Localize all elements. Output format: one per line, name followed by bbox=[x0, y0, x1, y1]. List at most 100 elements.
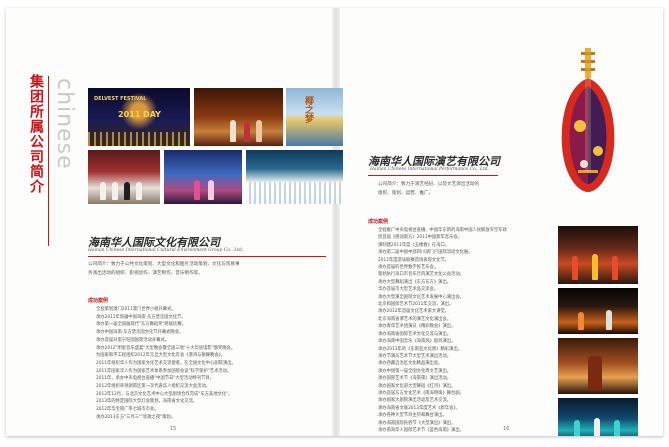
list-item: 2013年的特定国际大型灯会策划，海南省文化交流。 bbox=[96, 399, 198, 405]
title-rule bbox=[88, 256, 326, 257]
list-item: 承办首届对南宁旺国国际活动开幕式。 bbox=[96, 337, 170, 343]
company-subtitle-performance: Hainan Chinese International Performance… bbox=[370, 167, 490, 172]
cases-list-performance: 全程推广中央电视台直播、中国华东新的海南中国人民解放军空军政 团首届《感动南方》… bbox=[378, 227, 550, 434]
performer bbox=[230, 120, 236, 142]
title-rule bbox=[368, 175, 498, 176]
pipa-flower bbox=[580, 160, 588, 168]
list-item: 华办首届市大型艺术品交流会。 bbox=[378, 287, 439, 293]
list-item: 团首届《感动南方》2011中国新年音乐会。 bbox=[378, 235, 462, 241]
intro-line: 组织、策划、运营、推广。 bbox=[378, 191, 434, 196]
list-item: 承办青年艺术团演员《精彩晚会》演出。 bbox=[378, 324, 456, 330]
pipa-illustration bbox=[561, 48, 615, 192]
list-item: 为国家和平工程组织2012年元旦大型文化年会《港湾与歌舞晚会》。 bbox=[96, 353, 226, 359]
performer bbox=[244, 122, 250, 142]
list-item: 承办大型演出国际文化艺术发展中心演出会。 bbox=[378, 294, 464, 300]
list-item: 承办首届东方文化艺术《南海明珠》舞台剧。 bbox=[378, 390, 464, 396]
photo-coconut-dream-poster: 椰之梦 bbox=[286, 88, 343, 146]
list-item: 承办2012年首届文化艺术家大讲堂。 bbox=[378, 309, 450, 315]
performer bbox=[574, 420, 580, 436]
photo-caption: DELVEST FESTIVAL bbox=[94, 96, 147, 102]
list-item: 2011年组织华人作为国家文化艺术交流使者，在全国文化中心剧院演出。 bbox=[96, 360, 236, 366]
performer bbox=[578, 312, 584, 330]
person bbox=[124, 182, 130, 200]
list-item: 承办大型舞蹈演出《东方东方》演出。 bbox=[378, 279, 452, 285]
photo-dance-group bbox=[558, 398, 638, 436]
list-item: 承办国家文化部大型舞蹈《红河》演出。 bbox=[378, 383, 456, 389]
photo-ceremony bbox=[88, 150, 160, 204]
list-item: 承办2011年新疆中国海南·东方普克国文化节。 bbox=[96, 314, 186, 320]
list-item: 承办首届的世界数字民艺乐会。 bbox=[378, 265, 439, 271]
list-item: 2012年12月，与北京文化艺术中心大型剧场合作完成"东方美地文化"。 bbox=[96, 391, 233, 397]
performer bbox=[256, 120, 262, 142]
performer bbox=[572, 256, 578, 280]
vertical-section-title: 集团所属公司简介 bbox=[28, 74, 44, 194]
list-item: 承办南海华人国际艺术节《蓝色海南》演出。 bbox=[378, 427, 464, 433]
list-item: 承办国家大剧院演出活动及艺术交流。 bbox=[378, 398, 452, 404]
list-item: 北京和国际艺术节2011年交流，演出。 bbox=[378, 302, 454, 308]
list-item: 2012年度游泳联赛首场表现文化节。 bbox=[378, 257, 450, 263]
cases-heading-culture: 成功案例 bbox=[88, 298, 109, 304]
list-item: 承办海南国际民俗节《大型演出》演出。 bbox=[378, 420, 456, 426]
person bbox=[100, 182, 106, 200]
performer bbox=[612, 256, 618, 280]
list-item: 2011年，承办中央电视台直播"中国节日"大型活动特刊节目。 bbox=[96, 376, 215, 382]
brochure-spread: 集团所属公司简介 chinese DELVEST FESTIVAL 2011 D… bbox=[6, 8, 663, 436]
company-intro-culture: 公司简介：致力于公共文化策划、大型文化和图片活动策划、文化与贸易事 务演出活动的… bbox=[88, 260, 328, 278]
poster-title: 椰之梦 bbox=[303, 96, 313, 123]
intro-line: 公司简介：致力于公共文化策划、大型文化和图片活动策划、文化与贸易事 bbox=[88, 262, 240, 267]
photo-festival-stage: DELVEST FESTIVAL 2011 DAY bbox=[88, 88, 190, 146]
person bbox=[136, 182, 142, 200]
list-item: 承办中国第一届全国文化周文艺演出。 bbox=[378, 368, 452, 374]
list-item: 全程推广中央电视台直播、中国华东新的海南中国人民解放军空军政 bbox=[378, 228, 507, 233]
photo-musician bbox=[558, 338, 638, 394]
list-item: 承办节演员艺术节大型艺术演出活动。 bbox=[378, 353, 452, 359]
list-item: 北京海南省博艺术的演艺文化演出会。 bbox=[378, 316, 452, 322]
photo-stage-show bbox=[558, 288, 638, 334]
photo-dancers bbox=[558, 226, 638, 284]
company-subtitle-culture: Hainan Chinese International Cultural En… bbox=[88, 248, 244, 253]
list-item: 承办海南省国际艺术文化交流与演出。 bbox=[378, 331, 452, 337]
performer bbox=[208, 180, 214, 200]
photo-caption: 2011 DAY bbox=[118, 110, 161, 119]
company-intro-performance: 公司简介：致力于演艺经纪、以及文艺演出活动的 组织、策划、运营、推广。 bbox=[378, 180, 548, 198]
list-item: 承办海南中国音乐《海南风》剧目演出。 bbox=[378, 339, 456, 345]
list-item: 承办第一届全国展现代"东方舞蹈奖"终极比赛。 bbox=[96, 322, 186, 328]
list-item: 全程策划澳门2011澳门世界小姐开幕式。 bbox=[96, 307, 176, 312]
stage-lights bbox=[88, 132, 190, 146]
performer bbox=[194, 180, 200, 200]
list-item: 策划执行海口市音乐厅的演艺文化公益活动。 bbox=[378, 272, 464, 278]
vertical-english-word: chinese bbox=[52, 78, 77, 170]
performer bbox=[594, 418, 600, 436]
crowd bbox=[246, 182, 343, 204]
list-item: 承办西藏自治区文化精品演出会。 bbox=[378, 361, 443, 367]
page-number-left: 15 bbox=[170, 426, 177, 432]
cases-list-culture: 全程策划澳门2011澳门世界小姐开幕式。 承办2011年新疆中国海南·东方普克国… bbox=[96, 306, 326, 422]
list-item: 承办中国海南·东方普克国文化节开幕式晚会。 bbox=[96, 330, 184, 336]
list-item: 承办各种大型节目主持和舞台演出。 bbox=[378, 413, 447, 419]
performer bbox=[592, 254, 598, 280]
list-item: 承办海南省文联2013年度艺术《新年会》。 bbox=[378, 405, 460, 411]
list-item: 承办第二届中国中部四川湖门户国际流动文化展。 bbox=[378, 250, 473, 256]
pipa-flower bbox=[574, 120, 586, 132]
list-item: 承办2013年的《东南亚文化周》精彩演出。 bbox=[378, 346, 462, 352]
page-number-right: 16 bbox=[503, 426, 510, 432]
photo-crowd-event bbox=[246, 150, 343, 204]
list-item: 承办国际艺术节《海南夜》演出活动。 bbox=[378, 376, 452, 382]
list-item: 2011年国家华人作为国家艺术体系参加国际会议"科学保护"艺术活动。 bbox=[96, 368, 232, 374]
performer bbox=[614, 420, 620, 436]
list-item: 2012年华宝南广带七城市市会。 bbox=[96, 407, 159, 413]
list-item: 承办2012"明星音乐盛宴"大型晚会暨全国三地"十大华语电影"颁奖晚会。 bbox=[96, 345, 236, 351]
pipa-flower bbox=[593, 146, 603, 156]
person bbox=[112, 182, 118, 200]
performer bbox=[606, 310, 612, 330]
list-item: 演制建2011年度《玉楼春》在海口。 bbox=[378, 242, 450, 248]
performer bbox=[588, 356, 602, 390]
intro-line: 务演出活动的组织、影视创作、演艺制作、音乐制作等。 bbox=[88, 271, 203, 276]
cases-heading-performance: 成功案例 bbox=[368, 219, 389, 225]
photo-performance-stage bbox=[194, 88, 283, 146]
page-gutter bbox=[332, 8, 340, 436]
list-item: 承办2013东方"三月三""欢歌之夜"策划。 bbox=[96, 414, 175, 420]
list-item: 2012年组织率领湖南区第一次代表华人组织交流大会活动。 bbox=[96, 384, 211, 390]
photo-gala-stage bbox=[164, 150, 242, 204]
intro-line: 公司简介：致力于演艺经纪、以及文艺演出活动的 bbox=[378, 182, 480, 187]
